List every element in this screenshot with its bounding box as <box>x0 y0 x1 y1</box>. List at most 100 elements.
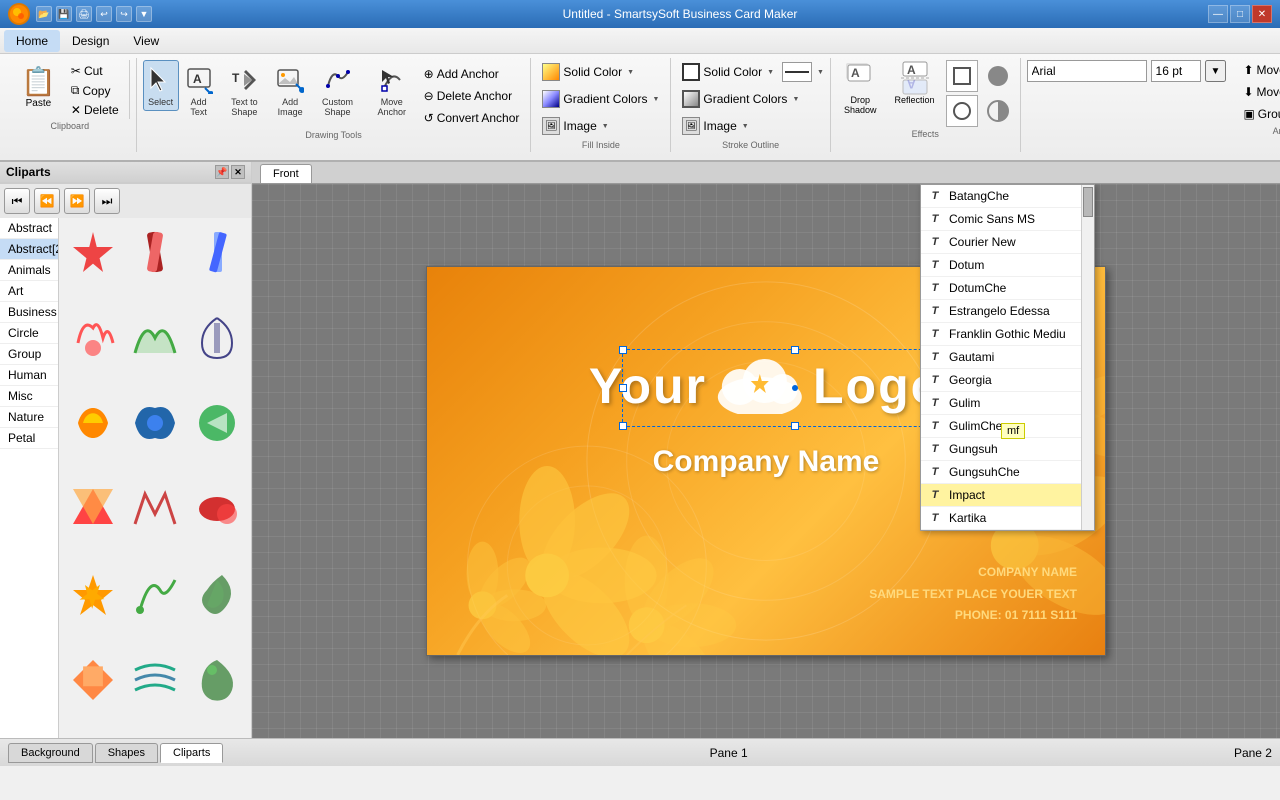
font-item-dotum[interactable]: T Dotum <box>921 254 1094 277</box>
window-controls[interactable]: — □ ✕ <box>1208 5 1272 23</box>
font-item-dotumche[interactable]: T DotumChe <box>921 277 1094 300</box>
move-anchor-button[interactable]: Move Anchor <box>367 60 417 121</box>
tab-background[interactable]: Background <box>8 743 93 763</box>
stroke-image-button[interactable]: 🖼 Image ▼ <box>677 114 753 138</box>
tab-shapes[interactable]: Shapes <box>95 743 158 763</box>
stroke-style-box[interactable] <box>782 62 812 82</box>
add-anchor-button[interactable]: ⊕ Add Anchor <box>419 64 525 84</box>
shape-square-button[interactable] <box>946 60 978 92</box>
font-item-kartika[interactable]: T Kartika <box>921 507 1094 530</box>
font-item-gungsuhche[interactable]: T GungsuhChe <box>921 461 1094 484</box>
clipart-item-13[interactable] <box>63 565 123 625</box>
font-dropdown[interactable]: T BatangChe T Comic Sans MS T Courier Ne… <box>920 184 1095 531</box>
opacity-full-button[interactable] <box>982 60 1014 92</box>
font-item-gulim[interactable]: T Gulim <box>921 392 1094 415</box>
fill-solid-color-button[interactable]: Solid Color ▼ <box>537 60 639 84</box>
drop-shadow-button[interactable]: A Drop Shadow <box>837 60 884 118</box>
font-item-batangche[interactable]: T BatangChe <box>921 185 1094 208</box>
category-petal[interactable]: Petal <box>0 428 58 449</box>
clipart-item-9[interactable] <box>187 393 247 453</box>
clipart-item-7[interactable] <box>63 393 123 453</box>
group-button[interactable]: ▣ Group ▼ <box>1238 104 1280 124</box>
category-business[interactable]: Business <box>0 302 58 323</box>
paste-button[interactable]: 📋 Paste <box>14 60 63 114</box>
undo-icon[interactable]: ↩ <box>96 6 112 22</box>
opacity-half-button[interactable] <box>982 95 1014 127</box>
clipart-item-3[interactable] <box>187 222 247 282</box>
convert-anchor-button[interactable]: ↺ Convert Anchor <box>419 108 525 128</box>
clipart-item-10[interactable] <box>63 479 123 539</box>
panel-controls[interactable]: 📌 ✕ <box>215 165 245 179</box>
category-misc[interactable]: Misc <box>0 386 58 407</box>
clipart-item-16[interactable] <box>63 650 123 710</box>
maximize-button[interactable]: □ <box>1230 5 1250 23</box>
redo-icon[interactable]: ↪ <box>116 6 132 22</box>
copy-button[interactable]: ⧉ Copy <box>67 81 123 100</box>
font-item-georgia[interactable]: T Georgia <box>921 369 1094 392</box>
category-human[interactable]: Human <box>0 365 58 386</box>
category-abstract2[interactable]: Abstract[2] <box>0 239 58 260</box>
cut-button[interactable]: ✂ Cut <box>67 62 123 80</box>
fill-gradient-button[interactable]: Gradient Colors ▼ <box>537 87 664 111</box>
clipart-item-14[interactable] <box>125 565 185 625</box>
more-icon[interactable]: ▼ <box>136 6 152 22</box>
quick-access-toolbar[interactable]: 📂 💾 🖨 ↩ ↪ ▼ <box>36 6 152 22</box>
font-size-input[interactable] <box>1151 60 1201 82</box>
play-next-button[interactable]: ⏩ <box>64 188 90 214</box>
menu-home[interactable]: Home <box>4 30 60 52</box>
category-group[interactable]: Group <box>0 344 58 365</box>
custom-shape-button[interactable]: Custom Shape <box>310 60 365 121</box>
stroke-gradient-button[interactable]: Gradient Colors ▼ <box>677 87 804 111</box>
category-abstract[interactable]: Abstract <box>0 218 58 239</box>
shape-circle-button[interactable] <box>946 95 978 127</box>
print-icon[interactable]: 🖨 <box>76 6 92 22</box>
font-size-dropdown[interactable]: ▼ <box>1205 60 1227 82</box>
font-item-franklin[interactable]: T Franklin Gothic Mediu <box>921 323 1094 346</box>
move-forward-button[interactable]: ⬆ Move Forward ▼ <box>1238 60 1280 80</box>
play-end-button[interactable]: ⏭ <box>94 188 120 214</box>
reflection-button[interactable]: A A Reflection <box>888 60 942 108</box>
handle-bm[interactable] <box>791 422 799 430</box>
category-circle[interactable]: Circle <box>0 323 58 344</box>
panel-pin-button[interactable]: 📌 <box>215 165 229 179</box>
clipart-item-18[interactable] <box>187 650 247 710</box>
delete-anchor-button[interactable]: ⊖ Delete Anchor <box>419 86 525 106</box>
menu-view[interactable]: View <box>121 30 171 52</box>
category-animals[interactable]: Animals <box>0 260 58 281</box>
clipart-item-2[interactable] <box>125 222 185 282</box>
text-to-shape-button[interactable]: T Text to Shape <box>219 60 271 121</box>
font-name-input[interactable]: Arial <box>1027 60 1147 82</box>
play-prev-button[interactable]: ⏪ <box>34 188 60 214</box>
handle-tm[interactable] <box>791 346 799 354</box>
clipart-item-5[interactable] <box>125 308 185 368</box>
tab-cliparts[interactable]: Cliparts <box>160 743 223 763</box>
minimize-button[interactable]: — <box>1208 5 1228 23</box>
add-image-button[interactable]: AddImage <box>272 60 308 121</box>
font-item-impact[interactable]: T Impact <box>921 484 1094 507</box>
handle-tl[interactable] <box>619 346 627 354</box>
fill-image-button[interactable]: 🖼 Image ▼ <box>537 114 613 138</box>
clipart-item-6[interactable] <box>187 308 247 368</box>
font-item-gungsuh[interactable]: T Gungsuh <box>921 438 1094 461</box>
clipart-item-11[interactable] <box>125 479 185 539</box>
menu-design[interactable]: Design <box>60 30 121 52</box>
select-button[interactable]: Select <box>143 60 179 111</box>
font-item-gautami[interactable]: T Gautami <box>921 346 1094 369</box>
category-nature[interactable]: Nature <box>0 407 58 428</box>
font-item-estrangelo[interactable]: T Estrangelo Edessa <box>921 300 1094 323</box>
add-text-button[interactable]: A AddText <box>181 60 217 121</box>
clipart-item-12[interactable] <box>187 479 247 539</box>
font-item-couriernew[interactable]: T Courier New <box>921 231 1094 254</box>
canvas-wrapper[interactable]: Your Logo <box>252 184 1280 738</box>
open-icon[interactable]: 📂 <box>36 6 52 22</box>
font-item-comicsans[interactable]: T Comic Sans MS <box>921 208 1094 231</box>
clipart-item-1[interactable] <box>63 222 123 282</box>
stroke-solid-button[interactable]: Solid Color ▼ <box>677 60 779 84</box>
play-start-button[interactable]: ⏮ <box>4 188 30 214</box>
close-button[interactable]: ✕ <box>1252 5 1272 23</box>
category-art[interactable]: Art <box>0 281 58 302</box>
clipart-item-17[interactable] <box>125 650 185 710</box>
move-backward-button[interactable]: ⬇ Move Backward ▼ <box>1238 82 1280 102</box>
font-dropdown-scrollbar[interactable] <box>1081 185 1094 530</box>
handle-bl[interactable] <box>619 422 627 430</box>
